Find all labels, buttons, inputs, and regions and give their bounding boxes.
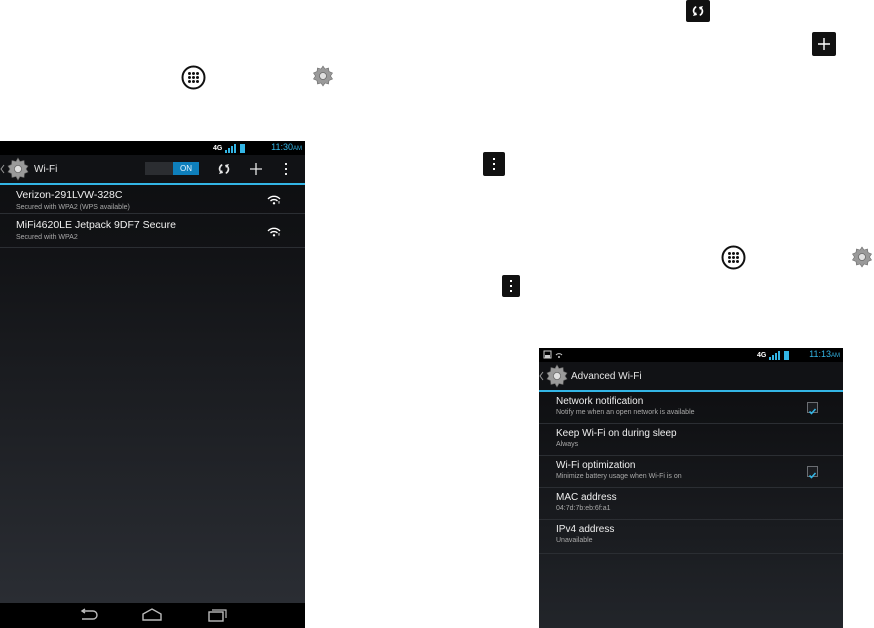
- setting-title: MAC address: [556, 492, 617, 503]
- setting-network-notification[interactable]: Network notification Notify me when an o…: [539, 392, 843, 424]
- setting-mac-address: MAC address 04:7d:7b:eb:6f:a1: [539, 488, 843, 520]
- status-bar: 4G 11:30AM: [0, 141, 305, 155]
- network-ssid: MiFi4620LE Jetpack 9DF7 Secure: [16, 219, 176, 231]
- status-bar: 4G 11:13AM: [539, 348, 843, 362]
- up-button[interactable]: [539, 362, 569, 390]
- toggle-on-label: ON: [173, 162, 199, 175]
- setting-summary: Always: [556, 441, 579, 448]
- wifi-network-item[interactable]: MiFi4620LE Jetpack 9DF7 Secure Secured w…: [0, 215, 305, 248]
- checkmark-icon: [808, 408, 817, 415]
- setting-summary: 04:7d:7b:eb:6f:a1: [556, 505, 611, 512]
- setting-title: Wi-Fi optimization: [556, 460, 636, 471]
- back-icon: [80, 608, 98, 620]
- apps-icon: [181, 65, 206, 90]
- setting-keep-wifi-on[interactable]: Keep Wi-Fi on during sleep Always: [539, 424, 843, 456]
- status-icons: 4G: [213, 144, 245, 153]
- setting-title: Network notification: [556, 396, 644, 407]
- home-button[interactable]: [140, 608, 164, 624]
- wps-icon: [218, 164, 230, 174]
- advanced-wifi-screen: 4G 11:13AM Advanced Wi-Fi Network notifi…: [539, 348, 843, 628]
- wifi-settings-screen: 4G 11:30AM Wi-Fi ON Verizon-291LVW-328C …: [0, 141, 305, 628]
- wifi-optimization-checkbox[interactable]: [807, 466, 818, 479]
- wifi-signal-icon: [267, 227, 281, 237]
- setting-title: Keep Wi-Fi on during sleep: [556, 428, 677, 439]
- recents-button[interactable]: [206, 608, 228, 624]
- wifi-toggle[interactable]: ON: [145, 162, 199, 175]
- add-icon: [812, 32, 836, 56]
- page-title: Wi-Fi: [34, 164, 58, 175]
- notification-icons: [543, 350, 563, 359]
- network-security: Secured with WPA2: [16, 234, 78, 241]
- back-button[interactable]: [78, 608, 100, 624]
- setting-wifi-optimization[interactable]: Wi-Fi optimization Minimize battery usag…: [539, 456, 843, 488]
- setting-summary: Notify me when an open network is availa…: [556, 409, 695, 416]
- checkmark-icon: [808, 472, 817, 479]
- network-ssid: Verizon-291LVW-328C: [16, 189, 123, 201]
- action-bar: Advanced Wi-Fi: [539, 362, 843, 392]
- svg-text:4G: 4G: [213, 145, 223, 152]
- overflow-menu-icon: [502, 275, 520, 297]
- settings-icon: [0, 157, 29, 181]
- status-time: 11:30AM: [271, 142, 302, 152]
- wps-button[interactable]: [216, 161, 234, 177]
- overflow-menu-button[interactable]: [284, 162, 292, 178]
- page-title: Advanced Wi-Fi: [571, 371, 642, 382]
- setting-summary: Minimize battery usage when Wi-Fi is on: [556, 473, 682, 480]
- apps-icon: [721, 245, 746, 270]
- action-bar: Wi-Fi ON: [0, 155, 305, 185]
- network-security: Secured with WPA2 (WPS available): [16, 204, 130, 211]
- settings-icon: [539, 364, 568, 388]
- add-icon: [250, 163, 262, 175]
- setting-summary: Unavailable: [556, 537, 593, 544]
- navigation-bar: [0, 603, 305, 628]
- settings-icon: [311, 64, 335, 88]
- add-network-button[interactable]: [249, 162, 265, 178]
- wps-icon: [686, 0, 710, 22]
- overflow-menu-icon: [285, 163, 287, 175]
- network-notification-checkbox[interactable]: [807, 402, 818, 415]
- svg-text:4G: 4G: [757, 352, 767, 359]
- recents-icon: [208, 609, 227, 622]
- status-time: 11:13AM: [809, 349, 840, 359]
- setting-title: IPv4 address: [556, 524, 615, 535]
- settings-icon: [850, 245, 874, 269]
- home-icon: [142, 608, 162, 621]
- setting-ipv4-address: IPv4 address Unavailable: [539, 520, 843, 554]
- up-button[interactable]: [0, 155, 30, 183]
- wifi-network-item[interactable]: Verizon-291LVW-328C Secured with WPA2 (W…: [0, 185, 305, 214]
- status-icons: 4G: [757, 351, 789, 360]
- wifi-signal-icon: [267, 195, 281, 205]
- overflow-menu-icon: [483, 152, 505, 176]
